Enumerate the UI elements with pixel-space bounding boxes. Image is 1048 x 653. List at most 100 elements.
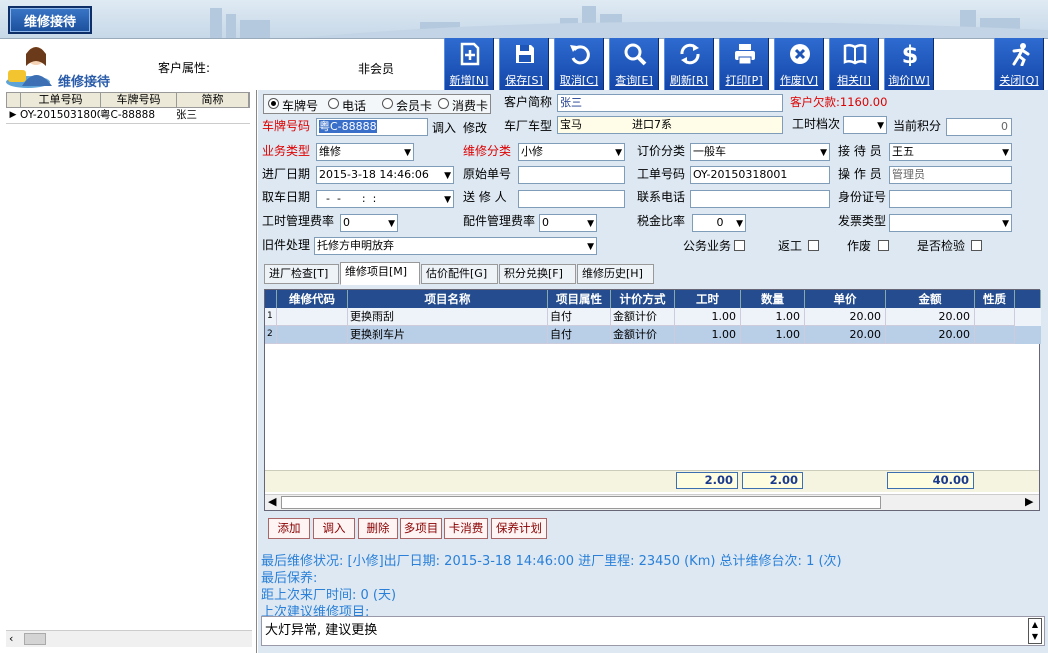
plate-label: 车牌号码 xyxy=(262,119,311,133)
col-attr[interactable]: 项目属性 xyxy=(548,290,611,308)
table-row[interactable]: 1 更换雨刮 自付 金额计价 1.00 1.00 20.00 20.00 xyxy=(265,308,1041,326)
tax-select[interactable]: 0 xyxy=(692,214,746,232)
id-field[interactable] xyxy=(889,190,1012,208)
phone-field[interactable] xyxy=(690,190,830,208)
row-no: 2 xyxy=(265,326,277,344)
tab-points-exchange[interactable]: 积分兑换[F] xyxy=(499,264,576,284)
col-amount[interactable]: 金额 xyxy=(886,290,975,308)
suggest-text: 大灯异常, 建议更换 xyxy=(265,623,378,638)
pickup-date-picker[interactable]: - - : : xyxy=(316,190,454,208)
add-button[interactable]: 添加 xyxy=(268,518,310,539)
row-indicator-header xyxy=(7,93,21,107)
import-button[interactable]: 调入 xyxy=(313,518,355,539)
void-checkbox[interactable] xyxy=(878,240,889,251)
col-item-name[interactable]: 项目名称 xyxy=(348,290,548,308)
radio-consume-card[interactable] xyxy=(438,98,449,109)
search-mode-group: 车牌号 电话 会员卡 消费卡 xyxy=(263,94,491,114)
scroll-left-icon[interactable]: ‹ xyxy=(9,632,13,645)
multi-item-button[interactable]: 多项目 xyxy=(400,518,442,539)
related-button[interactable]: 相关[I] xyxy=(829,38,879,90)
repair-cat-select[interactable]: 小修 xyxy=(518,143,625,161)
new-button-label: 新增[N] xyxy=(449,74,489,87)
labor-level-select[interactable] xyxy=(843,116,887,134)
public-label: 公务业务 xyxy=(683,239,732,253)
table-row[interactable]: ▶ OY-2015031800 粤C-88888 张三 xyxy=(6,108,250,124)
delete-button[interactable]: 删除 xyxy=(358,518,398,539)
save-icon xyxy=(516,45,534,63)
old-parts-label: 旧件处理 xyxy=(262,238,311,252)
car-model-field[interactable]: 宝马 进口7系 xyxy=(557,116,783,134)
debt-label-text: 客户欠款: xyxy=(790,95,840,109)
old-parts-select[interactable]: 托修方申明放弃 xyxy=(314,237,597,255)
scroll-right-icon[interactable]: ▶ xyxy=(1025,495,1033,508)
items-horizontal-scrollbar[interactable]: ◀ ▶ xyxy=(265,494,1039,510)
modify-link[interactable]: 修改 xyxy=(463,119,487,136)
tab-repair-items[interactable]: 维修项目[M] xyxy=(340,262,420,285)
operator-field[interactable]: 管理员 xyxy=(889,166,1012,184)
col-price[interactable]: 单价 xyxy=(805,290,886,308)
inquiry-button[interactable]: $ 询价[W] xyxy=(884,38,934,90)
window-title-button[interactable]: 维修接待 xyxy=(8,6,92,34)
tab-parts-estimate[interactable]: 估价配件[G] xyxy=(421,264,498,284)
scroll-thumb[interactable] xyxy=(24,633,46,645)
query-button[interactable]: 查询[E] xyxy=(609,38,659,90)
table-row[interactable]: 2 更换刹车片 自付 金额计价 1.00 1.00 20.00 20.00 xyxy=(265,326,1041,344)
refresh-button[interactable]: 刷新[R] xyxy=(664,38,714,90)
app-subtitle: 维修接待 xyxy=(58,75,111,90)
row-amount: 20.00 xyxy=(886,308,975,326)
price-cat-select[interactable]: 一般车 xyxy=(690,143,830,161)
tab-repair-history[interactable]: 维修历史[H] xyxy=(577,264,654,284)
order-no-field[interactable]: OY-20150318001 xyxy=(690,166,830,184)
left-horizontal-scrollbar[interactable]: ‹ xyxy=(6,630,252,647)
car-model: 进口7系 xyxy=(632,118,672,131)
void-button[interactable]: 作废[V] xyxy=(774,38,824,90)
save-button[interactable]: 保存[S] xyxy=(499,38,549,90)
card-consume-button[interactable]: 卡消费 xyxy=(444,518,488,539)
row-nature xyxy=(975,308,1015,326)
col-code[interactable]: 维修代码 xyxy=(277,290,348,308)
suggest-box[interactable]: 大灯异常, 建议更换 ▲ ▼ xyxy=(261,616,1045,646)
col-plate[interactable]: 车牌号码 xyxy=(101,93,177,107)
radio-phone[interactable] xyxy=(328,98,339,109)
inspect-checkbox[interactable] xyxy=(971,240,982,251)
print-button[interactable]: 打印[P] xyxy=(719,38,769,90)
tab-inspection[interactable]: 进厂检查[T] xyxy=(264,264,339,284)
col-qty[interactable]: 数量 xyxy=(741,290,805,308)
col-extra xyxy=(1015,290,1041,308)
points-field[interactable]: 0 xyxy=(946,118,1012,136)
row-pricing: 金额计价 xyxy=(611,308,675,326)
cancel-button[interactable]: 取消[C] xyxy=(554,38,604,90)
scroll-left-icon[interactable]: ◀ xyxy=(268,495,276,508)
dollar-icon: $ xyxy=(902,42,919,66)
parts-fee-select[interactable]: 0 xyxy=(539,214,597,232)
plate-field[interactable]: 粤C-88888 xyxy=(316,118,428,136)
spin-updown-icon[interactable]: ▲ ▼ xyxy=(1028,618,1042,644)
row-name: 张三 xyxy=(176,109,197,121)
public-checkbox[interactable] xyxy=(734,240,745,251)
maintenance-plan-button[interactable]: 保养计划 xyxy=(491,518,547,539)
orig-no-field[interactable] xyxy=(518,166,625,184)
labor-fee-select[interactable]: 0 xyxy=(340,214,398,232)
col-name[interactable]: 简称 xyxy=(177,93,249,107)
import-link[interactable]: 调入 xyxy=(432,119,456,136)
close-button[interactable]: 关闭[Q] xyxy=(994,38,1044,90)
invoice-select[interactable] xyxy=(889,214,1012,232)
row-item-name: 更换刹车片 xyxy=(348,326,548,344)
col-pricing[interactable]: 计价方式 xyxy=(611,290,675,308)
scroll-thumb[interactable] xyxy=(281,496,881,509)
rework-checkbox[interactable] xyxy=(808,240,819,251)
radio-member-card[interactable] xyxy=(382,98,393,109)
radio-plate[interactable] xyxy=(268,98,279,109)
customer-name-field[interactable]: 张三 xyxy=(557,94,783,112)
in-date-picker[interactable]: 2015-3-18 14:46:06 xyxy=(316,166,454,184)
new-button[interactable]: 新增[N] xyxy=(444,38,494,90)
cancel-button-label: 取消[C] xyxy=(559,74,599,87)
car-brand: 宝马 xyxy=(560,118,582,131)
col-order-no[interactable]: 工单号码 xyxy=(21,93,101,107)
biz-type-select[interactable]: 维修 xyxy=(316,143,414,161)
receptionist-select[interactable]: 王五 xyxy=(889,143,1012,161)
sender-field[interactable] xyxy=(518,190,625,208)
col-nature[interactable]: 性质 xyxy=(975,290,1015,308)
row-plate: 粤C-88888 xyxy=(100,109,156,121)
col-hours[interactable]: 工时 xyxy=(675,290,741,308)
